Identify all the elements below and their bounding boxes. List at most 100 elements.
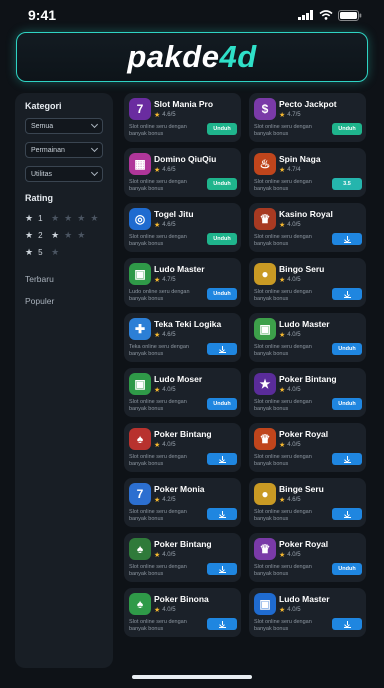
app-rating: ★ 4.0/5 — [154, 441, 176, 449]
download-button[interactable]: Unduh — [332, 343, 362, 355]
app-description: Slot online seru dengan banyak bonus — [129, 564, 187, 577]
app-card[interactable]: ▣ Ludo Master ★ 4.7/5 Ludo online seru denga… — [124, 258, 241, 307]
app-card[interactable]: ◎ Togel Jitu ★ 4.6/5 Slot online seru dengan… — [124, 203, 241, 252]
download-button[interactable]: 3.5 — [332, 178, 362, 190]
category-select-all[interactable]: Semua — [25, 118, 103, 134]
app-card[interactable]: ♛ Poker Royal ★ 4.0/5 Slot online seru denga… — [249, 533, 366, 582]
download-icon-button[interactable] — [332, 453, 362, 465]
download-button[interactable]: Unduh — [207, 233, 237, 245]
app-card[interactable]: ♠ Poker Binona ★ 4.0/5 Slot online seru deng… — [124, 588, 241, 637]
app-card[interactable]: ● Bingo Seru ★ 4.0/5 Slot online seru dengan… — [249, 258, 366, 307]
download-button[interactable]: Unduh — [207, 288, 237, 300]
app-rating: ★ 4.7/5 — [279, 111, 301, 119]
category-select-utilities[interactable]: Utilitas — [25, 166, 103, 182]
app-card[interactable]: ▣ Ludo Master ★ 4.0/5 Slot online seru denga… — [249, 313, 366, 362]
download-icon — [343, 290, 351, 298]
app-description: Slot online seru dengan banyak bonus — [129, 454, 187, 467]
star-icon: ★ — [25, 246, 34, 257]
download-button[interactable]: Unduh — [207, 123, 237, 135]
app-card[interactable]: ♛ Poker Royal ★ 4.0/5 Slot online seru denga… — [249, 423, 366, 472]
download-icon-button[interactable] — [332, 618, 362, 630]
app-description: Slot online seru dengan banyak bonus — [254, 454, 312, 467]
app-title: Binge Seru — [279, 484, 324, 494]
download-icon-button[interactable] — [207, 453, 237, 465]
app-description: Slot online seru dengan banyak bonus — [254, 619, 312, 632]
download-button[interactable]: Unduh — [207, 178, 237, 190]
ludo-icon: ▣ — [129, 263, 151, 285]
download-icon — [218, 620, 226, 628]
download-icon-button[interactable] — [332, 508, 362, 520]
app-logo: pakde4d — [127, 39, 256, 75]
star-icon: ★ — [51, 246, 60, 257]
star-icon: ★ — [154, 332, 161, 339]
app-rating: ★ 4.6/5 — [279, 496, 301, 504]
star-icon: ★ — [279, 167, 286, 174]
rating-filter-5[interactable]: ★ 5 ★ — [25, 244, 103, 260]
category-select-games[interactable]: Permainan — [25, 142, 103, 158]
app-card[interactable]: ★ Poker Bintang ★ 4.0/5 Slot online seru den… — [249, 368, 366, 417]
download-icon-button[interactable] — [332, 233, 362, 245]
rating-heading: Rating — [25, 193, 53, 203]
rating-text: 4.0/5 — [162, 442, 176, 448]
app-card[interactable]: ▣ Ludo Master ★ 4.0/5 Slot online seru denga… — [249, 588, 366, 637]
rating-text: 4.6/5 — [162, 167, 176, 173]
star-badge-icon: ★ — [254, 373, 276, 395]
rating-text: 4.0/5 — [162, 607, 176, 613]
download-icon — [218, 455, 226, 463]
app-rating: ★ 4.0/5 — [279, 386, 301, 394]
app-card[interactable]: ▣ Ludo Moser ★ 4.0/5 Slot online seru dengan… — [124, 368, 241, 417]
app-card[interactable]: ♠ Poker Bintang ★ 4.0/5 Slot online seru den… — [124, 533, 241, 582]
download-button[interactable]: Unduh — [207, 398, 237, 410]
cards-icon: ♠ — [129, 593, 151, 615]
slot-icon: 7 — [129, 98, 151, 120]
app-card[interactable]: $ Pecto Jackpot ★ 4.7/5 Slot online seru den… — [249, 93, 366, 142]
rating-text: 4.2/5 — [162, 497, 176, 503]
rating-value: 1 — [38, 213, 43, 223]
download-icon-button[interactable] — [207, 343, 237, 355]
app-description: Slot online seru dengan banyak bonus — [129, 124, 187, 137]
star-icon: ★ — [279, 112, 286, 119]
download-button[interactable]: Unduh — [332, 563, 362, 575]
rating-filter-1[interactable]: ★ 1 ★ ★ ★ ★ — [25, 210, 103, 226]
star-icon: ★ — [279, 607, 286, 614]
app-title: Poker Bintang — [279, 374, 337, 384]
app-card[interactable]: ✚ Teka Teki Logika ★ 4.6/5 Teka online seru … — [124, 313, 241, 362]
app-card[interactable]: ▦ Domino QiuQiu ★ 4.6/5 Slot online seru den… — [124, 148, 241, 197]
rating-text: 4.0/5 — [287, 552, 301, 558]
star-icon: ★ — [25, 229, 34, 240]
rating-text: 4.7/5 — [287, 112, 301, 118]
app-card[interactable]: ♠ Poker Bintang ★ 4.0/5 Slot online seru den… — [124, 423, 241, 472]
home-indicator[interactable] — [132, 675, 252, 679]
app-card[interactable]: 7 Slot Mania Pro ★ 4.6/5 Slot online seru de… — [124, 93, 241, 142]
app-card[interactable]: ♛ Kasino Royal ★ 4.0/5 Slot online seru deng… — [249, 203, 366, 252]
app-description: Slot online seru dengan banyak bonus — [129, 399, 187, 412]
rating-filter-2[interactable]: ★ 2 ★ ★ ★ — [25, 227, 103, 243]
logo-part-accent: 4d — [219, 39, 257, 74]
app-rating: ★ 4.0/5 — [279, 331, 301, 339]
app-card[interactable]: ● Binge Seru ★ 4.6/5 Slot online seru dengan… — [249, 478, 366, 527]
app-title: Ludo Master — [279, 594, 330, 604]
header-banner: pakde4d — [16, 32, 368, 82]
app-description: Teka online seru dengan banyak bonus — [129, 344, 189, 357]
download-icon-button[interactable] — [207, 508, 237, 520]
app-description: Slot online seru dengan banyak bonus — [254, 234, 312, 247]
sidebar-link-popular[interactable]: Populer — [25, 296, 103, 306]
app-title: Poker Monia — [154, 484, 205, 494]
download-icon — [218, 565, 226, 573]
download-button[interactable]: Unduh — [332, 123, 362, 135]
download-icon-button[interactable] — [207, 618, 237, 630]
app-description: Slot online seru dengan banyak bonus — [129, 619, 187, 632]
app-card[interactable]: 7 Poker Monia ★ 4.2/5 Slot online seru denga… — [124, 478, 241, 527]
sidebar-link-newest[interactable]: Terbaru — [25, 274, 103, 284]
puzzle-icon: ✚ — [129, 318, 151, 340]
app-title: Bingo Seru — [279, 264, 325, 274]
download-button[interactable]: Unduh — [332, 398, 362, 410]
ludo-icon: ▣ — [129, 373, 151, 395]
app-rating: ★ 4.0/5 — [279, 551, 301, 559]
signal-icon — [298, 10, 313, 20]
download-icon-button[interactable] — [332, 288, 362, 300]
app-card[interactable]: ♨ Spin Naga ★ 4.7/4 Slot online seru dengan … — [249, 148, 366, 197]
download-icon-button[interactable] — [207, 563, 237, 575]
app-description: Slot online seru dengan banyak bonus — [254, 289, 312, 302]
app-rating: ★ 4.6/5 — [154, 331, 176, 339]
